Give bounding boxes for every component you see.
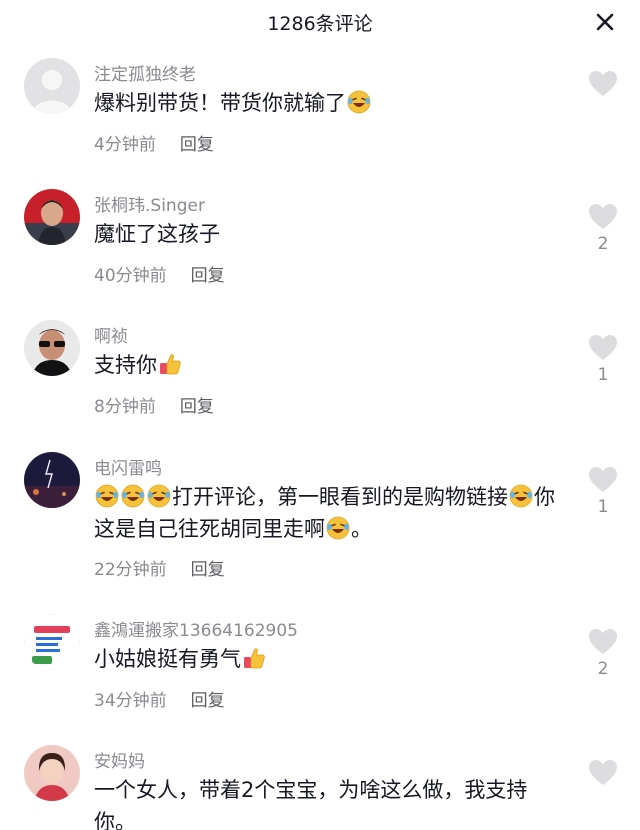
comment-time: 22分钟前 [94, 560, 167, 580]
comment-meta: 34分钟前 回复 [94, 686, 225, 711]
comment-text-part: 小姑娘挺有勇气 [94, 647, 241, 671]
reply-button[interactable]: 回复 [191, 560, 225, 580]
comment-username[interactable]: 鑫鴻運搬家13664162905 [94, 616, 298, 641]
like-button[interactable] [585, 70, 621, 101]
user-avatar-photo [24, 614, 80, 670]
comment-username[interactable]: 安妈妈 [94, 747, 145, 772]
reply-button[interactable]: 回复 [191, 691, 225, 711]
comment-text-part: 爆料别带货！带货你就输了 [94, 91, 346, 115]
comment-meta: 22分钟前 回复 [94, 555, 225, 580]
laughing-crying-emoji [147, 484, 171, 508]
laughing-crying-emoji [326, 516, 350, 540]
comment-time: 4分钟前 [94, 135, 156, 155]
comment-time: 40分钟前 [94, 266, 167, 286]
comments-header: 1286条评论 [0, 0, 640, 44]
user-avatar-photo [24, 320, 80, 376]
like-button[interactable]: 1 [585, 466, 621, 517]
comment-username[interactable]: 啊祯 [94, 322, 128, 347]
like-count: 2 [597, 659, 609, 679]
comment-text-part: 打开评论，第一眼看到的是购物链接 [172, 485, 508, 509]
comment-text: 一个女人，带着2个宝宝，为啥这么做，我支持你。 [94, 774, 564, 830]
comment-item: 张桐玮.Singer 魔怔了这孩子 40分钟前 回复 2 [0, 189, 640, 299]
comment-text: 打开评论，第一眼看到的是购物链接 你这是自己往死胡同里走啊。 [94, 481, 564, 545]
like-count: 2 [597, 234, 609, 254]
comment-username[interactable]: 注定孤独终老 [94, 60, 196, 85]
comment-text-part: 支持你 [94, 353, 157, 377]
laughing-crying-emoji [347, 90, 371, 114]
comment-username[interactable]: 张桐玮.Singer [94, 191, 205, 216]
reply-button[interactable]: 回复 [180, 135, 214, 155]
like-count: 1 [597, 497, 609, 517]
like-count: 1 [597, 365, 609, 385]
comment-text: 小姑娘挺有勇气 [94, 643, 564, 675]
default-avatar-icon [24, 58, 80, 114]
comment-meta: 8分钟前 回复 [94, 392, 214, 417]
comment-item: 注定孤独终老 爆料别带货！带货你就输了 4分钟前 回复 [0, 58, 640, 168]
laughing-crying-emoji [509, 484, 533, 508]
reply-button[interactable]: 回复 [180, 397, 214, 417]
heart-icon [589, 629, 617, 654]
avatar[interactable] [24, 189, 80, 245]
comment-item: 电闪雷鸣 打开评论，第一眼看到的是购物链接 你这是自己往死胡同里走啊。 22分钟前… [0, 452, 640, 592]
comment-item: 鑫鴻運搬家13664162905 小姑娘挺有勇气 34分钟前 回复 2 [0, 614, 640, 724]
thumbs-up-emoji [160, 354, 181, 375]
like-button[interactable] [585, 759, 621, 786]
avatar[interactable] [24, 452, 80, 508]
avatar[interactable] [24, 614, 80, 670]
comment-username[interactable]: 电闪雷鸣 [94, 454, 162, 479]
like-button[interactable]: 2 [585, 203, 621, 254]
comment-text-part: 。 [351, 517, 372, 541]
like-button[interactable]: 2 [585, 628, 621, 679]
comment-text: 爆料别带货！带货你就输了 [94, 87, 564, 119]
comment-meta: 4分钟前 回复 [94, 130, 214, 155]
laughing-crying-emoji [95, 484, 119, 508]
heart-icon [589, 467, 617, 492]
comment-item: 啊祯 支持你 8分钟前 回复 1 [0, 320, 640, 430]
comment-time: 34分钟前 [94, 691, 167, 711]
comment-text-part: 魔怔了这孩子 [94, 222, 220, 246]
comment-text: 魔怔了这孩子 [94, 218, 564, 250]
comment-item: 安妈妈 一个女人，带着2个宝宝，为啥这么做，我支持你。 [0, 745, 640, 830]
heart-icon [589, 204, 617, 229]
close-icon[interactable] [596, 13, 614, 31]
avatar[interactable] [24, 745, 80, 801]
reply-button[interactable]: 回复 [191, 266, 225, 286]
avatar[interactable] [24, 320, 80, 376]
laughing-crying-emoji [121, 484, 145, 508]
thumbs-up-emoji [244, 648, 265, 669]
user-avatar-photo [24, 189, 80, 245]
comment-text: 支持你 [94, 349, 564, 381]
like-button[interactable]: 1 [585, 334, 621, 385]
comment-meta: 40分钟前 回复 [94, 261, 225, 286]
comment-text-part: 一个女人，带着2个宝宝，为啥这么做，我支持你。 [94, 778, 528, 830]
heart-icon [589, 335, 617, 360]
comment-count-title: 1286条评论 [267, 13, 373, 35]
user-avatar-photo [24, 745, 80, 801]
avatar[interactable] [24, 58, 80, 114]
user-avatar-photo [24, 452, 80, 508]
comment-time: 8分钟前 [94, 397, 156, 417]
heart-icon [589, 71, 617, 96]
heart-icon [589, 760, 617, 785]
